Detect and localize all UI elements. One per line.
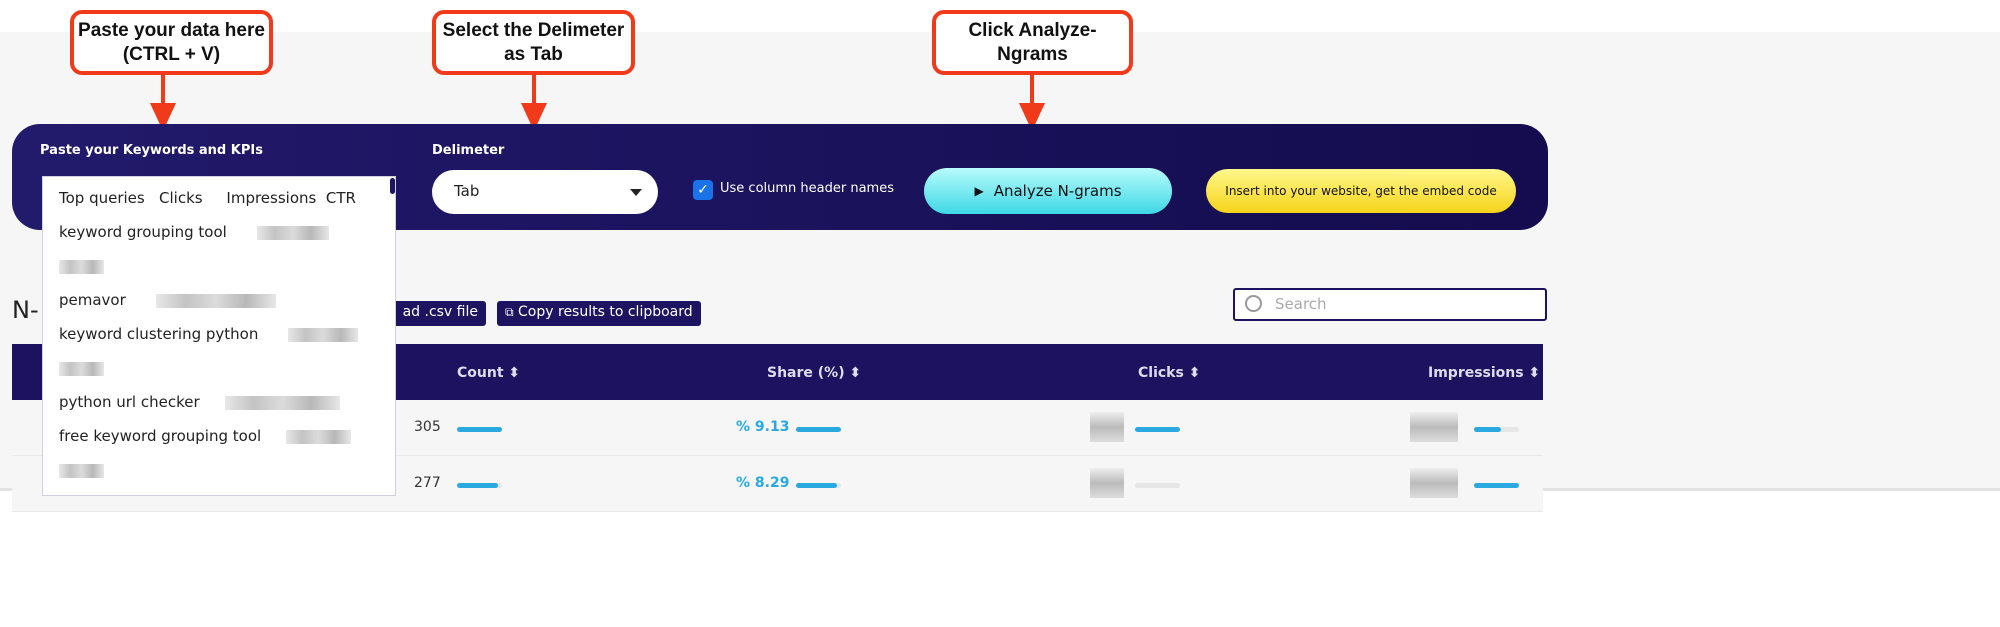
download-csv-button[interactable]: ad .csv file [384, 301, 486, 326]
arrow-line [532, 75, 536, 105]
redacted-impressions [1410, 468, 1458, 498]
count-bar [457, 483, 498, 488]
redacted-clicks [1090, 468, 1124, 498]
textarea-line: keyword grouping tool [59, 219, 379, 253]
redacted [155, 293, 276, 308]
redacted [286, 429, 352, 444]
delimiter-label: Delimeter [432, 143, 505, 158]
redacted-clicks [1090, 412, 1124, 442]
embed-code-button[interactable]: Insert into your website, get the embed … [1206, 169, 1516, 213]
callout-text: Select the Delimeter [442, 19, 625, 41]
copy-label: Copy results to clipboard [518, 304, 693, 320]
line-text: pemavor [59, 291, 126, 309]
count-bar [457, 427, 502, 432]
callout-text: as Tab [504, 43, 563, 65]
impressions-bar [1474, 483, 1519, 488]
callout-delimiter: Select the Delimeter as Tab [432, 10, 635, 75]
column-impressions[interactable]: Impressions ⬍ [1428, 365, 1540, 381]
share-value: % 8.29 [736, 475, 790, 491]
textarea-line: keyword clustering python [59, 321, 379, 355]
textarea-line: pemavor [59, 287, 379, 321]
redacted [59, 259, 104, 274]
input-label: Paste your Keywords and KPIs [40, 143, 263, 158]
analyze-label: Analyze N-grams [993, 182, 1122, 200]
line-text: python url checker [59, 393, 200, 411]
search-icon [1245, 295, 1262, 312]
callout-text: Click Analyze- [968, 19, 1097, 41]
keywords-textarea[interactable]: Top queries Clicks Impressions CTR keywo… [42, 176, 396, 496]
callout-paste: Paste your data here (CTRL + V) [70, 10, 273, 75]
callout-analyze: Click Analyze- Ngrams [932, 10, 1133, 75]
play-icon: ▶ [974, 184, 984, 198]
results-heading: N- [12, 296, 39, 324]
callout-text: (CTRL + V) [122, 43, 221, 65]
share-bar [796, 483, 837, 488]
embed-label: Insert into your website, get the embed … [1225, 184, 1497, 198]
textarea-line: Top queries Clicks Impressions CTR [59, 185, 379, 219]
redacted [224, 395, 340, 410]
line-text: keyword grouping tool [59, 223, 227, 241]
line-text: keyword clustering python [59, 325, 259, 343]
column-count[interactable]: Count ⬍ [457, 365, 520, 381]
header-names-label: Use column header names [720, 181, 894, 196]
redacted-impressions [1410, 412, 1458, 442]
column-label: Clicks [1138, 365, 1184, 381]
search-placeholder: Search [1275, 295, 1327, 313]
redacted [256, 225, 329, 240]
arrow-line [1030, 75, 1034, 105]
textarea-line [59, 355, 379, 389]
textarea-line [59, 253, 379, 287]
count-value: 305 [414, 419, 441, 435]
download-label: ad .csv file [402, 304, 478, 320]
textarea-line: free keyword grouping tool [59, 423, 379, 457]
impressions-bar [1474, 427, 1501, 432]
callout-text: Paste your data here [78, 19, 265, 41]
caret-down-icon [630, 189, 642, 196]
textarea-scrollbar[interactable] [390, 178, 395, 194]
delimiter-select[interactable]: Tab [432, 170, 658, 214]
share-value: % 9.13 [736, 419, 790, 435]
column-clicks[interactable]: Clicks ⬍ [1138, 365, 1200, 381]
analyze-ngrams-button[interactable]: ▶ Analyze N-grams [924, 168, 1172, 214]
redacted [59, 463, 104, 478]
textarea-line [59, 457, 379, 491]
column-label: Count [457, 365, 504, 381]
line-text: free keyword grouping tool [59, 427, 262, 445]
delimiter-value: Tab [454, 182, 480, 200]
search-input[interactable]: Search [1233, 288, 1547, 321]
callout-text: Ngrams [997, 43, 1068, 65]
clicks-track [1135, 483, 1180, 488]
line-text: Top queries Clicks Impressions CTR [59, 189, 356, 207]
redacted [288, 327, 359, 342]
copy-icon: ⧉ [505, 305, 514, 319]
copy-clipboard-button[interactable]: ⧉ Copy results to clipboard [497, 301, 701, 326]
arrow-line [161, 75, 165, 105]
column-share[interactable]: Share (%) ⬍ [767, 365, 861, 381]
share-bar [796, 427, 841, 432]
header-names-checkbox[interactable]: ✓ [693, 180, 713, 200]
column-label: Share (%) [767, 365, 845, 381]
textarea-line: python url checker [59, 389, 379, 423]
redacted [59, 361, 104, 376]
count-value: 277 [414, 475, 441, 491]
column-label: Impressions [1428, 365, 1524, 381]
clicks-bar [1135, 427, 1180, 432]
